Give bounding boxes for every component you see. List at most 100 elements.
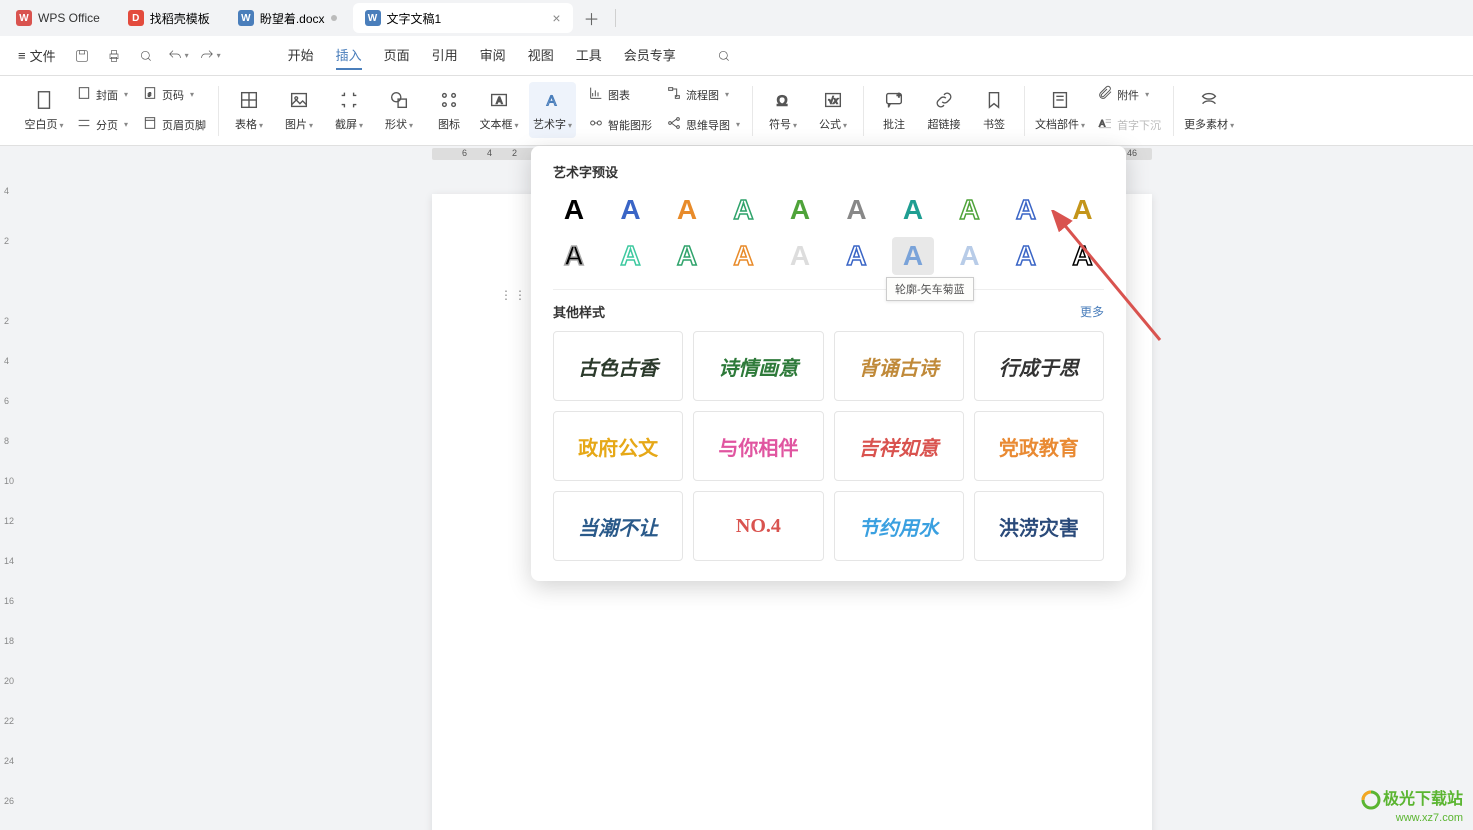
- tab-doc2[interactable]: W 文字文稿1 ×: [353, 3, 573, 33]
- undo-button[interactable]: ▾: [164, 42, 192, 70]
- svg-text:#: #: [148, 92, 151, 98]
- print-preview-button[interactable]: [132, 42, 160, 70]
- wordart-preset-3[interactable]: A: [723, 191, 765, 229]
- wordart-style-0[interactable]: 古色古香: [553, 331, 683, 401]
- preset-grid: AAAAAAAAAAAAAAAAAAAA: [531, 191, 1126, 289]
- wordart-preset-1[interactable]: A: [610, 191, 652, 229]
- wordart-preset-17[interactable]: A: [949, 237, 991, 275]
- screenshot-button[interactable]: 截屏▾: [329, 82, 369, 138]
- template-icon: D: [128, 10, 144, 26]
- wordart-preset-2[interactable]: A: [666, 191, 708, 229]
- tab-template[interactable]: D 找稻壳模板: [116, 3, 222, 33]
- textbox-button[interactable]: A文本框▾: [479, 82, 519, 138]
- wordart-button[interactable]: A艺术字▾: [529, 82, 576, 138]
- wordart-preset-12[interactable]: A: [666, 237, 708, 275]
- wordart-style-5[interactable]: 与你相伴: [693, 411, 823, 481]
- svg-text:A: A: [1099, 118, 1106, 128]
- tab-doc1[interactable]: W 盼望着.docx: [226, 3, 349, 33]
- header-footer-button[interactable]: 页眉页脚: [140, 112, 208, 138]
- tab-member[interactable]: 会员专享: [624, 41, 676, 70]
- wordart-preset-15[interactable]: A: [836, 237, 878, 275]
- tab-page[interactable]: 页面: [384, 41, 410, 70]
- tooltip: 轮廓-矢车菊蓝: [886, 277, 974, 301]
- print-button[interactable]: [100, 42, 128, 70]
- tab-reference[interactable]: 引用: [432, 41, 458, 70]
- tab-app[interactable]: W WPS Office: [4, 3, 112, 33]
- formula-button[interactable]: √x公式▾: [813, 82, 853, 138]
- hamburger-icon: ≡: [18, 48, 26, 63]
- attachment-button[interactable]: 附件▾: [1095, 82, 1163, 108]
- wordart-style-7[interactable]: 党政教育: [974, 411, 1104, 481]
- wordart-style-6[interactable]: 吉祥如意: [834, 411, 964, 481]
- wordart-preset-11[interactable]: A: [610, 237, 652, 275]
- chart-button[interactable]: 图表: [586, 82, 654, 108]
- shape-button[interactable]: 形状▾: [379, 82, 419, 138]
- wordart-preset-10[interactable]: A: [553, 237, 595, 275]
- hyperlink-button[interactable]: 超链接: [924, 82, 964, 138]
- more-material-button[interactable]: 更多素材▾: [1184, 82, 1234, 138]
- wordart-style-4[interactable]: 政府公文: [553, 411, 683, 481]
- redo-button[interactable]: ▾: [196, 42, 224, 70]
- watermark: 极光下载站 www.xz7.com: [1359, 785, 1463, 824]
- wordart-preset-13[interactable]: A: [723, 237, 765, 275]
- modified-dot: [331, 15, 337, 21]
- wordart-preset-14[interactable]: A: [779, 237, 821, 275]
- wordart-style-10[interactable]: 节约用水: [834, 491, 964, 561]
- divider: [553, 289, 1104, 290]
- tab-doc1-label: 盼望着.docx: [260, 10, 325, 27]
- more-link[interactable]: 更多: [1080, 303, 1104, 320]
- wordart-preset-19[interactable]: A: [1062, 237, 1104, 275]
- new-tab-button[interactable]: ＋: [577, 3, 607, 33]
- wordart-preset-16[interactable]: A: [892, 237, 934, 275]
- wordart-style-11[interactable]: 洪涝灾害: [974, 491, 1104, 561]
- blank-page-button[interactable]: 空白页▾: [24, 82, 64, 138]
- tab-insert[interactable]: 插入: [336, 41, 362, 70]
- paging-button[interactable]: 分页▾: [74, 112, 130, 138]
- icon-button[interactable]: 图标: [429, 82, 469, 138]
- cover-button[interactable]: 封面▾: [74, 82, 130, 108]
- wordart-preset-9[interactable]: A: [1062, 191, 1104, 229]
- wordart-preset-6[interactable]: A: [892, 191, 934, 229]
- wordart-style-3[interactable]: 行成于思: [974, 331, 1104, 401]
- comment-button[interactable]: +批注: [874, 82, 914, 138]
- wordart-preset-18[interactable]: A: [1005, 237, 1047, 275]
- save-button[interactable]: [68, 42, 96, 70]
- tab-review[interactable]: 审阅: [480, 41, 506, 70]
- tab-start[interactable]: 开始: [288, 41, 314, 70]
- smartart-button[interactable]: 智能图形: [586, 112, 654, 138]
- cursor-handle[interactable]: ⋮⋮: [500, 288, 535, 303]
- wordart-preset-5[interactable]: A: [836, 191, 878, 229]
- tab-view[interactable]: 视图: [528, 41, 554, 70]
- wps-icon: W: [16, 10, 32, 26]
- other-title: 其他样式: [553, 302, 605, 321]
- svg-text:A: A: [496, 95, 503, 105]
- wordart-style-2[interactable]: 背诵古诗: [834, 331, 964, 401]
- menu-bar: ≡ 文件 ▾ ▾ 开始 插入 页面 引用 审阅 视图 工具 会员专享: [0, 36, 1473, 76]
- symbol-button[interactable]: Ω符号▾: [763, 82, 803, 138]
- docparts-button[interactable]: 文档部件▾: [1035, 82, 1085, 138]
- close-icon[interactable]: ×: [552, 10, 560, 26]
- page-number-button[interactable]: #页码▾: [140, 82, 208, 108]
- wordart-preset-8[interactable]: A: [1005, 191, 1047, 229]
- wordart-preset-4[interactable]: A: [779, 191, 821, 229]
- wordart-style-8[interactable]: 当潮不让: [553, 491, 683, 561]
- preset-title: 艺术字预设: [531, 162, 1126, 191]
- wordart-style-9[interactable]: NO.4: [693, 491, 823, 561]
- ruler-vertical: 4 2 2 4 6 8 10 12 14 16 18 20 22 24 26: [0, 146, 24, 830]
- table-button[interactable]: 表格▾: [229, 82, 269, 138]
- dropcap-button[interactable]: A首字下沉: [1095, 112, 1163, 138]
- file-menu[interactable]: ≡ 文件: [10, 46, 64, 65]
- mindmap-button[interactable]: 思维导图▾: [664, 112, 742, 138]
- search-button[interactable]: [710, 42, 738, 70]
- doc-icon: W: [238, 10, 254, 26]
- wordart-preset-0[interactable]: A: [553, 191, 595, 229]
- picture-button[interactable]: 图片▾: [279, 82, 319, 138]
- tab-tools[interactable]: 工具: [576, 41, 602, 70]
- ribbon: 空白页▾ 封面▾ 分页▾ #页码▾ 页眉页脚 表格▾ 图片▾ 截屏▾ 形状▾ 图…: [0, 76, 1473, 146]
- wordart-style-1[interactable]: 诗情画意: [693, 331, 823, 401]
- doc-icon: W: [365, 10, 381, 26]
- wordart-preset-7[interactable]: A: [949, 191, 991, 229]
- bookmark-button[interactable]: 书签: [974, 82, 1014, 138]
- flowchart-button[interactable]: 流程图▾: [664, 82, 742, 108]
- tab-app-label: WPS Office: [38, 11, 100, 25]
